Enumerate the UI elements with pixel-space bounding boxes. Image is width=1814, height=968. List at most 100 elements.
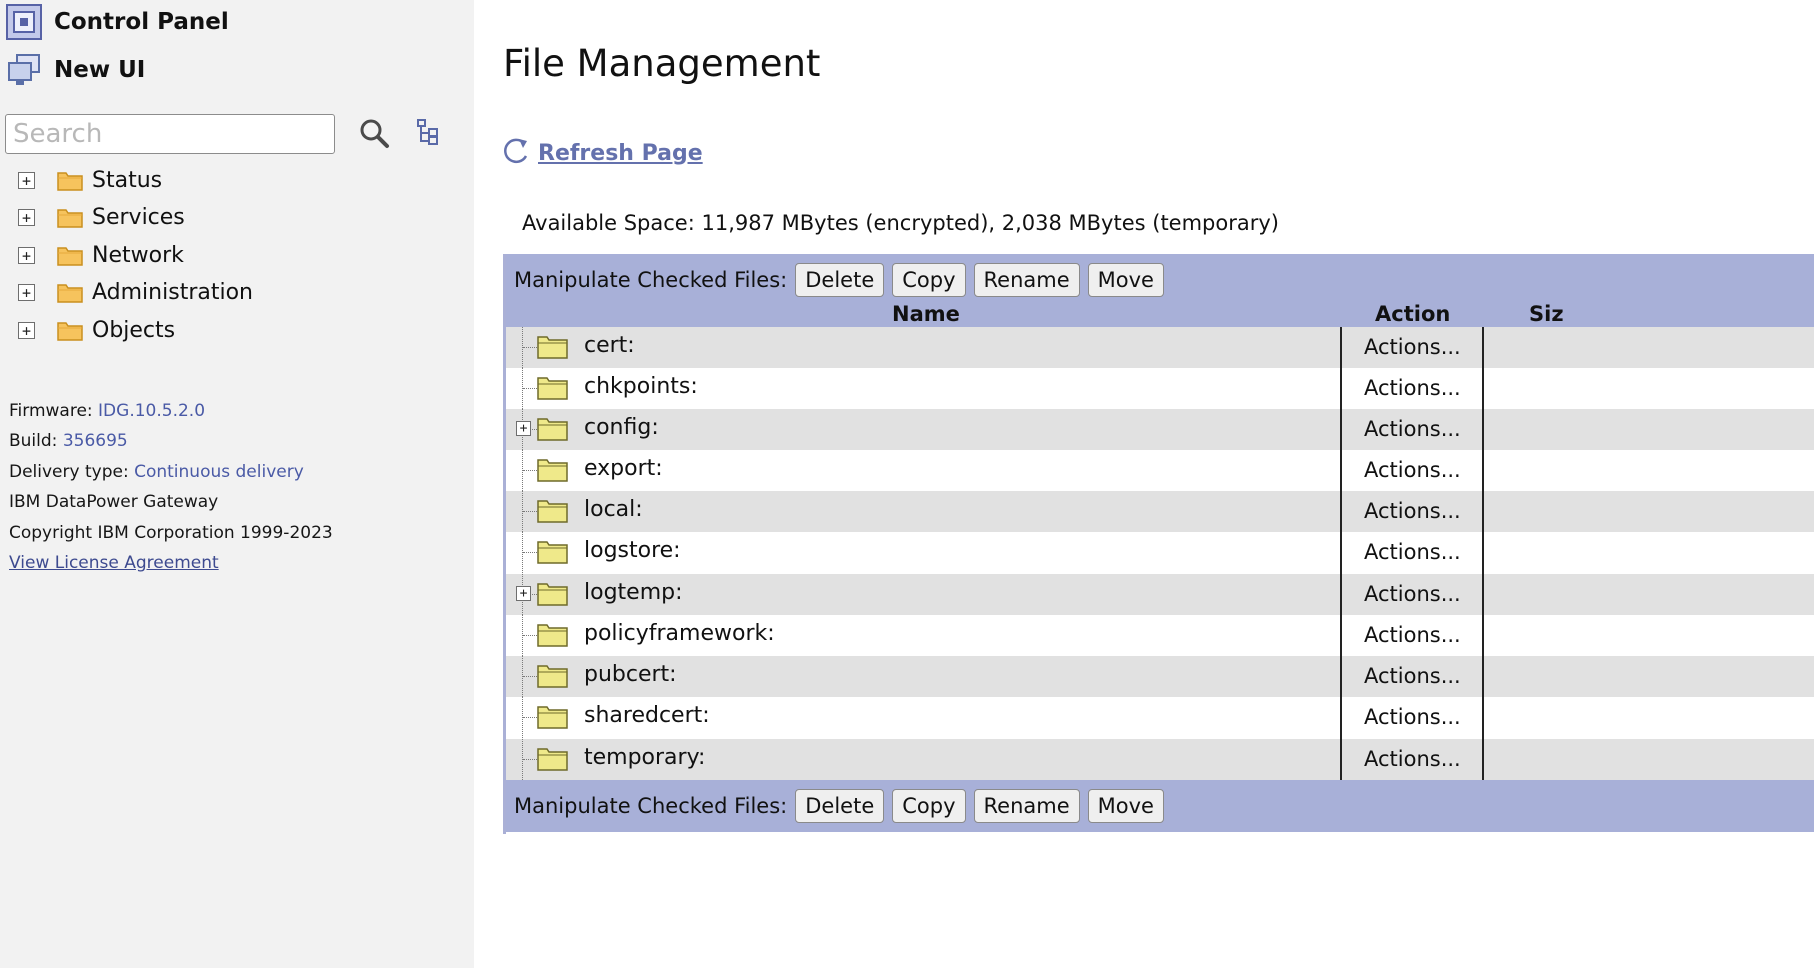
- expand-icon[interactable]: +: [18, 208, 35, 226]
- expand-icon[interactable]: +: [18, 171, 35, 189]
- actions-link[interactable]: Actions...: [1364, 623, 1461, 647]
- tree-item-label[interactable]: Services: [92, 205, 185, 230]
- actions-link[interactable]: Actions...: [1364, 582, 1461, 606]
- tree-item-label[interactable]: Status: [92, 168, 162, 193]
- tree-connector: [523, 635, 537, 636]
- table-row: chkpoints: Actions...: [506, 368, 1814, 409]
- table-row: local: Actions...: [506, 491, 1814, 532]
- tree-view-icon[interactable]: [416, 118, 440, 150]
- actions-link[interactable]: Actions...: [1364, 747, 1461, 771]
- folder-icon: [537, 497, 568, 527]
- actions-link[interactable]: Actions...: [1364, 499, 1461, 523]
- file-name[interactable]: local:: [584, 497, 643, 522]
- move-button[interactable]: Move: [1087, 789, 1164, 823]
- tree-connector: [523, 388, 537, 389]
- refresh-page-link[interactable]: Refresh Page: [538, 141, 703, 166]
- folder-icon: [57, 320, 83, 341]
- actions-link[interactable]: Actions...: [1364, 664, 1461, 688]
- actions-link[interactable]: Actions...: [1364, 458, 1461, 482]
- file-name[interactable]: pubcert:: [584, 662, 677, 687]
- tree-connector: [523, 759, 537, 760]
- column-header-name[interactable]: Name: [892, 302, 960, 326]
- control-panel-icon: [6, 4, 42, 40]
- file-name[interactable]: cert:: [584, 333, 635, 358]
- folder-icon: [537, 621, 568, 651]
- folder-icon: [537, 662, 568, 692]
- actions-link[interactable]: Actions...: [1364, 417, 1461, 441]
- actions-link[interactable]: Actions...: [1364, 705, 1461, 729]
- folder-icon: [57, 245, 83, 266]
- file-name[interactable]: logtemp:: [584, 580, 683, 605]
- tree-item-label[interactable]: Administration: [92, 280, 253, 305]
- manipulate-label: Manipulate Checked Files:: [514, 794, 788, 818]
- rename-button[interactable]: Rename: [973, 263, 1080, 297]
- search-icon[interactable]: [358, 117, 390, 153]
- control-panel-label[interactable]: Control Panel: [54, 9, 229, 35]
- expand-icon[interactable]: +: [18, 321, 35, 339]
- tree-connector: [523, 511, 537, 512]
- file-name[interactable]: temporary:: [584, 745, 705, 770]
- folder-icon: [537, 456, 568, 486]
- tree-connector: [523, 676, 537, 677]
- folder-icon: [537, 745, 568, 775]
- file-name[interactable]: logstore:: [584, 538, 681, 563]
- folder-icon: [537, 415, 568, 445]
- tree-connector: [523, 347, 537, 348]
- file-name[interactable]: chkpoints:: [584, 374, 698, 399]
- file-name[interactable]: config:: [584, 415, 659, 440]
- expand-icon[interactable]: +: [516, 421, 531, 436]
- expand-icon[interactable]: +: [516, 586, 531, 601]
- delivery-label: Delivery type:: [9, 462, 129, 482]
- table-row: + logtemp: Actions...: [506, 574, 1814, 615]
- delete-button[interactable]: Delete: [795, 789, 885, 823]
- folder-icon: [537, 374, 568, 404]
- manipulate-bar-top: Manipulate Checked Files: Delete Copy Re…: [506, 254, 1814, 306]
- sidebar: Control Panel New UI +: [0, 0, 474, 968]
- new-ui-icon: [6, 52, 42, 88]
- table-row: pubcert: Actions...: [506, 656, 1814, 697]
- column-header-action: Action: [1375, 302, 1451, 326]
- tree-item-services[interactable]: + Services: [18, 199, 185, 235]
- tree-item-objects[interactable]: + Objects: [18, 312, 175, 348]
- table-row: logstore: Actions...: [506, 532, 1814, 573]
- actions-link[interactable]: Actions...: [1364, 540, 1461, 564]
- search-input[interactable]: [5, 114, 335, 154]
- tree-item-label[interactable]: Network: [92, 243, 184, 268]
- folder-icon: [57, 282, 83, 303]
- tree-connector: [523, 552, 537, 553]
- expand-icon[interactable]: +: [18, 283, 35, 301]
- product-name: IBM DataPower Gateway: [9, 492, 219, 512]
- table-row: cert: Actions...: [506, 327, 1814, 368]
- available-space: Available Space: 11,987 MBytes (encrypte…: [522, 211, 1279, 235]
- copyright-text: Copyright IBM Corporation 1999-2023: [9, 523, 333, 543]
- folder-icon: [537, 538, 568, 568]
- table-row: temporary: Actions...: [506, 739, 1814, 780]
- refresh-icon[interactable]: [502, 136, 530, 170]
- move-button[interactable]: Move: [1087, 263, 1164, 297]
- delete-button[interactable]: Delete: [795, 263, 885, 297]
- folder-icon: [537, 703, 568, 733]
- actions-link[interactable]: Actions...: [1364, 335, 1461, 359]
- new-ui-link[interactable]: New UI: [6, 52, 145, 88]
- copy-button[interactable]: Copy: [892, 789, 966, 823]
- copy-button[interactable]: Copy: [892, 263, 966, 297]
- table-row: export: Actions...: [506, 450, 1814, 491]
- actions-link[interactable]: Actions...: [1364, 376, 1461, 400]
- file-name[interactable]: export:: [584, 456, 663, 481]
- new-ui-label[interactable]: New UI: [54, 57, 145, 83]
- expand-icon[interactable]: +: [18, 246, 35, 264]
- folder-icon: [57, 170, 83, 191]
- file-name[interactable]: policyframework:: [584, 621, 775, 646]
- rename-button[interactable]: Rename: [973, 789, 1080, 823]
- file-name[interactable]: sharedcert:: [584, 703, 710, 728]
- tree-item-administration[interactable]: + Administration: [18, 274, 253, 310]
- license-link[interactable]: View License Agreement: [9, 553, 219, 573]
- tree-item-network[interactable]: + Network: [18, 237, 184, 273]
- tree-item-status[interactable]: + Status: [18, 162, 162, 198]
- tree-item-label[interactable]: Objects: [92, 318, 175, 343]
- control-panel-link[interactable]: Control Panel: [6, 4, 229, 40]
- table-row: + config: Actions...: [506, 409, 1814, 450]
- column-header-size[interactable]: Siz: [1529, 302, 1564, 326]
- firmware-label: Firmware:: [9, 401, 93, 421]
- tree-connector: [523, 717, 537, 718]
